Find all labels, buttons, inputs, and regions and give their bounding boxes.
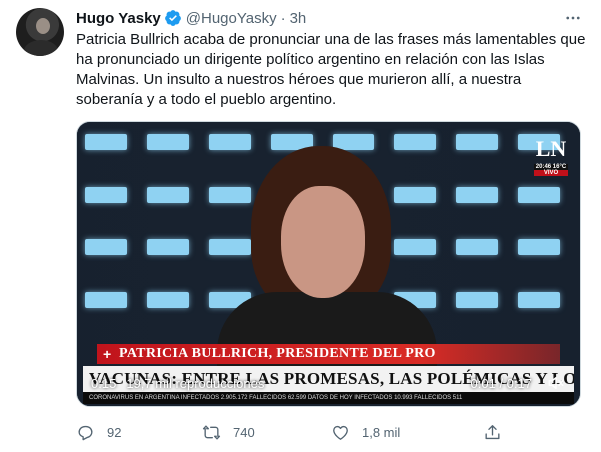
author-handle[interactable]: @HugoYasky (186, 10, 277, 27)
channel-logo-text: LN (535, 136, 567, 161)
tweet-time[interactable]: 3h (290, 10, 307, 27)
retweet-count: 740 (233, 424, 255, 440)
author-name[interactable]: Hugo Yasky (76, 10, 161, 27)
channel-logo: LN 20:46 16°C VIVO (534, 136, 568, 176)
share-icon (485, 424, 500, 439)
verified-badge-icon (164, 10, 181, 26)
tweet-actions: 92 740 1,8 mil (76, 421, 501, 443)
channel-live-tag: VIVO (534, 170, 568, 176)
retweet-icon (202, 424, 221, 440)
video-elapsed: 0:15 (91, 376, 117, 391)
video-player[interactable]: LN 20:46 16°C VIVO + PATRICIA BULLRICH, P… (76, 121, 581, 407)
video-info-left: 0:15 19,7 mil reproducciones (91, 376, 264, 391)
tweet-header: Hugo Yasky @HugoYasky · 3h (76, 8, 306, 28)
lower-third-name-text: PATRICIA BULLRICH, PRESIDENTE DEL PRO (119, 346, 436, 361)
news-ticker: CORONAVIRUS EN ARGENTINA INFECTADOS 2.90… (83, 392, 574, 404)
video-views: 19,7 mil reproducciones (126, 376, 265, 391)
video-time-display: 0:01 / 0:17 (470, 376, 532, 391)
reply-button[interactable]: 92 (76, 421, 121, 443)
tweet-text: Patricia Bullrich acaba de pronunciar un… (76, 31, 586, 108)
speaker-muted-icon[interactable] (546, 374, 566, 392)
avatar[interactable] (16, 8, 64, 56)
more-horizontal-icon[interactable] (563, 8, 583, 28)
reply-icon (78, 425, 93, 440)
reply-count: 92 (107, 424, 122, 440)
speaker-figure (217, 142, 437, 372)
avatar-head (36, 18, 50, 34)
like-count: 1,8 mil (362, 424, 401, 440)
like-button[interactable]: 1,8 mil (331, 421, 400, 443)
separator-dot: · (280, 9, 286, 27)
lower-third-name: + PATRICIA BULLRICH, PRESIDENTE DEL PRO (97, 344, 560, 364)
retweet-button[interactable]: 740 (202, 421, 255, 443)
avatar-shoulders (24, 40, 58, 56)
tweet[interactable]: Hugo Yasky @HugoYasky · 3h Patricia Bull… (0, 0, 601, 452)
heart-icon (333, 425, 348, 440)
share-button[interactable] (483, 421, 502, 443)
